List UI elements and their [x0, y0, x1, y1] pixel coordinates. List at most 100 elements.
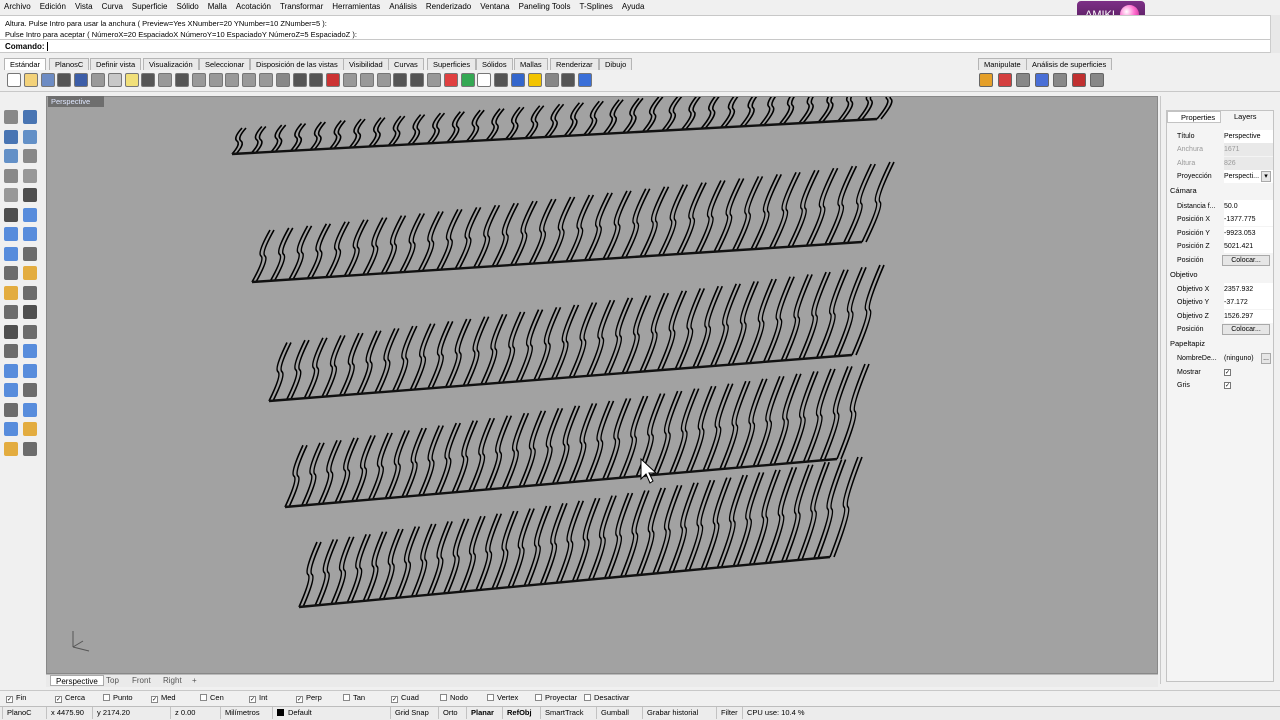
viewport-canvas[interactable] [47, 97, 1158, 674]
toolbar-tool-icon[interactable] [393, 73, 408, 87]
wallpaper-gray-checkbox[interactable]: ✓ [1224, 382, 1231, 389]
tab-toolbar-10[interactable]: Mallas [514, 58, 548, 70]
toolbar-tool-icon[interactable] [225, 73, 240, 87]
toolbar-tool-icon[interactable] [191, 73, 206, 87]
toolbar-tool-icon[interactable] [326, 73, 341, 87]
toolbar-tool-icon[interactable] [527, 73, 542, 87]
camera-prop-0[interactable]: Distancia f... 50.0 [1174, 200, 1274, 213]
left-tool-icon[interactable] [4, 324, 18, 339]
toolbar-tool-icon[interactable] [544, 73, 559, 87]
left-tool-icon[interactable] [23, 246, 37, 261]
osnap-checkbox[interactable]: ✓ [151, 696, 158, 703]
osnap-cerca[interactable]: ✓ Cerca [55, 693, 85, 703]
toolbar-tool-icon[interactable] [259, 73, 273, 87]
toolbar-tool-icon[interactable] [309, 73, 324, 87]
osnap-perp[interactable]: ✓ Perp [296, 693, 322, 703]
toolbar-tool-icon[interactable] [242, 73, 257, 87]
menu-item-2[interactable]: Vista [75, 0, 93, 14]
osnap-vertex[interactable]: Vertex [487, 693, 518, 703]
left-tool-icon[interactable] [23, 383, 37, 397]
menu-item-13[interactable]: Paneling Tools [519, 0, 571, 14]
menu-item-1[interactable]: Edición [40, 0, 66, 14]
left-tool-icon[interactable] [4, 285, 18, 300]
toolbar-tool-icon[interactable] [175, 73, 189, 87]
left-tool-icon[interactable] [23, 149, 37, 163]
viewport-tab-top[interactable]: Top [101, 675, 124, 686]
left-tool-icon[interactable] [4, 188, 18, 202]
camera-prop-2[interactable]: Posición Y -9923.053 [1174, 226, 1274, 240]
prop-1[interactable]: Anchura 1671 [1174, 143, 1274, 157]
toolbar-tool-icon[interactable] [158, 73, 173, 87]
camera-place-button[interactable]: Colocar... [1222, 254, 1270, 266]
target-prop-1[interactable]: Objetivo Y -37.172 [1174, 296, 1274, 310]
tab-toolbar-7[interactable]: Curvas [388, 58, 424, 70]
osnap-checkbox[interactable]: ✓ [6, 696, 13, 703]
menu-item-12[interactable]: Ventana [480, 0, 509, 14]
osnap-int[interactable]: ✓ Int [249, 693, 267, 703]
prop-1-value[interactable]: 1671 [1224, 143, 1273, 157]
camera-prop-1[interactable]: Posición X -1377.775 [1174, 213, 1274, 227]
analysis-tool-icon[interactable] [1016, 73, 1030, 87]
toolbar-tool-icon[interactable] [376, 73, 391, 87]
wallpaper-name-row[interactable]: NombreDe... (ninguno) [1174, 352, 1274, 365]
toolbar-tool-icon[interactable] [141, 73, 156, 87]
osnap-cen[interactable]: Cen [200, 693, 224, 703]
tab-toolbar-1[interactable]: PlanosC [49, 58, 90, 70]
left-tool-icon[interactable] [23, 110, 37, 124]
toolbar-tool-icon[interactable] [57, 73, 72, 87]
left-tool-icon[interactable] [4, 246, 18, 261]
left-tool-icon[interactable] [23, 305, 37, 319]
left-tool-icon[interactable] [23, 402, 37, 417]
target-prop-0[interactable]: Objetivo X 2357.932 [1174, 283, 1274, 296]
osnap-checkbox[interactable] [440, 694, 447, 701]
left-tool-icon[interactable] [23, 266, 37, 280]
osnap-med[interactable]: ✓ Med [151, 693, 176, 703]
toolbar-tool-icon[interactable] [343, 73, 357, 87]
menu-item-4[interactable]: Superficie [132, 0, 168, 14]
tab-toolbar-5[interactable]: Disposición de las vistas [250, 58, 344, 70]
prop-2-value[interactable]: 826 [1224, 156, 1273, 170]
left-tool-icon[interactable] [4, 227, 18, 241]
analysis-tool-icon[interactable] [997, 73, 1012, 87]
toolbar-tool-icon[interactable] [494, 73, 509, 87]
menu-item-0[interactable]: Archivo [4, 0, 31, 14]
tab-toolbar-9[interactable]: Sólidos [476, 58, 513, 70]
wallpaper-browse-button[interactable]: ... [1261, 353, 1271, 364]
osnap-fin[interactable]: ✓ Fin [6, 693, 26, 703]
viewport-tab-front[interactable]: Front [127, 675, 156, 686]
toolbar-tool-icon[interactable] [208, 73, 223, 87]
status-ortho[interactable]: Orto [438, 707, 468, 719]
analysis-tool-icon[interactable] [1090, 73, 1104, 87]
tab-toolbar-12[interactable]: Dibujo [599, 58, 633, 70]
osnap-checkbox[interactable] [200, 694, 207, 701]
tab-toolbar-6[interactable]: Visibilidad [343, 58, 389, 70]
status-history[interactable]: Grabar historial [642, 707, 716, 719]
osnap-tan[interactable]: Tan [343, 693, 365, 703]
left-tool-icon[interactable] [23, 168, 37, 183]
osnap-checkbox[interactable] [584, 694, 591, 701]
osnap-punto[interactable]: Punto [103, 693, 133, 703]
osnap-checkbox[interactable] [487, 694, 494, 701]
menu-item-5[interactable]: Sólido [177, 0, 199, 14]
analysis-tool-icon[interactable] [979, 73, 993, 87]
toolbar-tool-icon[interactable] [578, 73, 593, 87]
menu-item-9[interactable]: Herramientas [332, 0, 380, 14]
menu-item-15[interactable]: Ayuda [622, 0, 645, 14]
toolbar-tool-icon[interactable] [91, 73, 105, 87]
menu-item-14[interactable]: T-Splines [580, 0, 613, 14]
toolbar-tool-icon[interactable] [427, 73, 441, 87]
osnap-desactivar[interactable]: Desactivar [584, 693, 629, 703]
status-grid-snap[interactable]: Grid Snap [390, 707, 438, 719]
tab-right-toolbar-0[interactable]: Manipulate [978, 58, 1027, 70]
left-tool-icon[interactable] [4, 441, 18, 456]
prop-0-value[interactable]: Perspective [1224, 130, 1273, 143]
prop-2[interactable]: Altura 826 [1174, 156, 1274, 170]
menu-item-7[interactable]: Acotación [236, 0, 271, 14]
viewport-title[interactable]: Perspective [48, 96, 104, 107]
add-viewport-tab-icon[interactable]: + [187, 675, 202, 686]
tab-toolbar-8[interactable]: Superficies [427, 58, 477, 70]
menu-item-8[interactable]: Transformar [280, 0, 323, 14]
toolbar-tool-icon[interactable] [107, 73, 122, 87]
toolbar-tool-icon[interactable] [443, 73, 458, 87]
command-input-caret[interactable] [46, 42, 48, 52]
